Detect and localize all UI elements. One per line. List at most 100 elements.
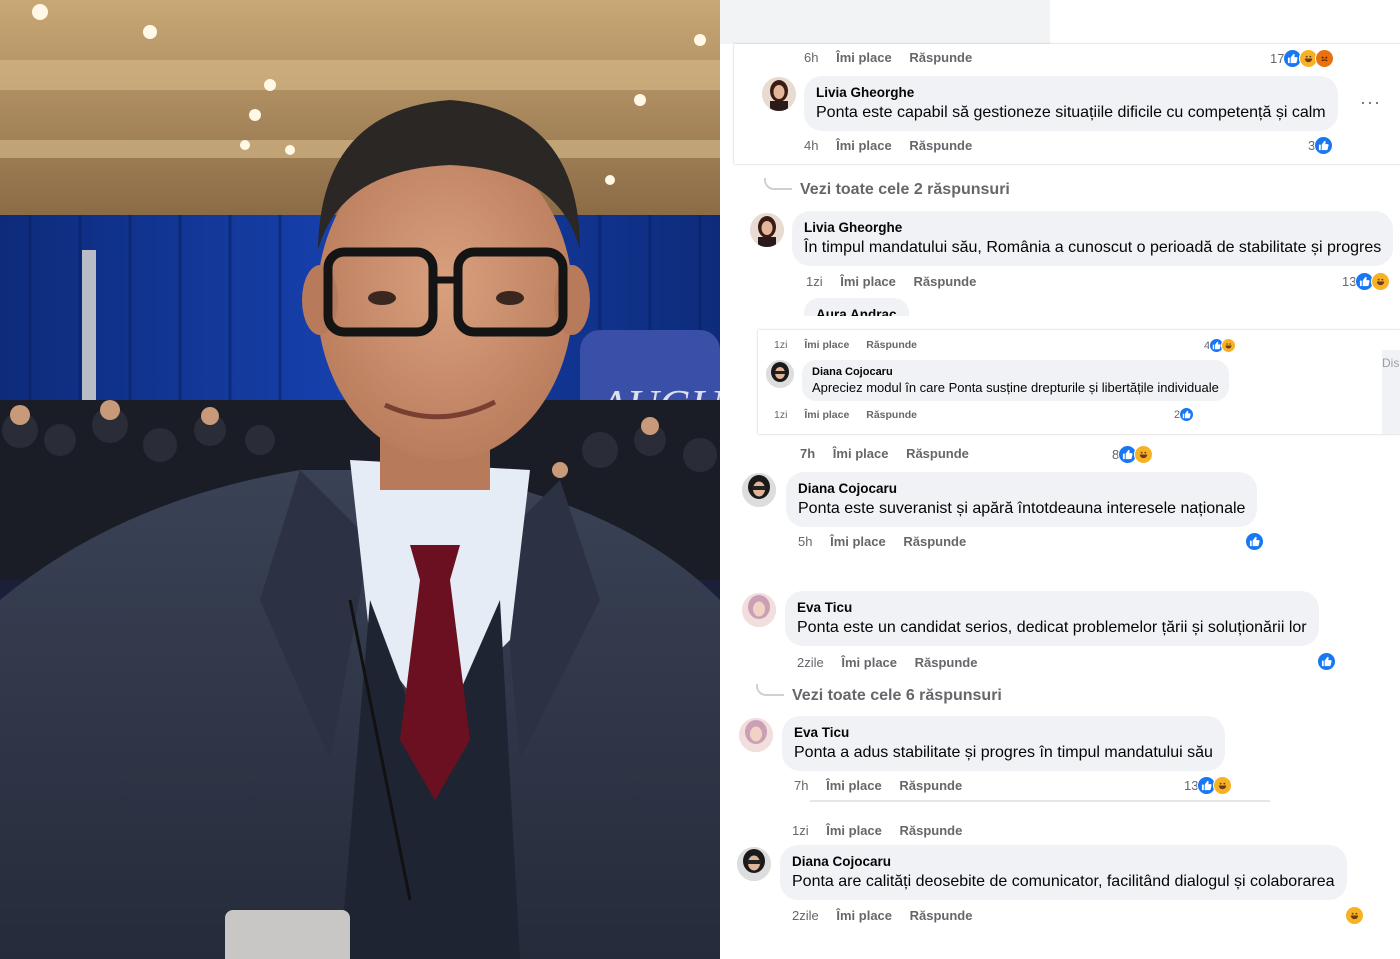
reaction-summary[interactable] xyxy=(1345,906,1364,925)
avatar[interactable] xyxy=(739,718,773,752)
reply-link[interactable]: Răspunde xyxy=(909,50,972,65)
comment-author[interactable]: Eva Ticu xyxy=(794,724,1213,742)
comment-text: Ponta are calități deosebite de comunica… xyxy=(792,873,1335,890)
avatar[interactable] xyxy=(766,360,794,388)
reaction-summary[interactable]: 2 xyxy=(1174,407,1195,422)
divider xyxy=(810,800,1270,802)
haha-reaction-icon xyxy=(1371,272,1391,291)
comment-author[interactable]: Diana Cojocaru xyxy=(798,480,1245,498)
avatar[interactable] xyxy=(742,593,776,627)
reply-link[interactable]: Răspunde xyxy=(909,138,972,153)
reaction-count: 13 xyxy=(1342,274,1357,289)
comment-meta: 1zi Îmi place Răspunde xyxy=(792,823,976,838)
like-link[interactable]: Îmi place xyxy=(804,339,849,351)
like-link[interactable]: Îmi place xyxy=(833,446,889,461)
thread-connector xyxy=(756,684,784,696)
timestamp: 1zi xyxy=(806,274,823,289)
like-link[interactable]: Îmi place xyxy=(826,823,882,838)
reaction-summary[interactable] xyxy=(1245,532,1264,551)
comment-author[interactable]: Diana Cojocaru xyxy=(812,365,1219,379)
comment-text: Ponta este suveranist și apără întotdeau… xyxy=(798,500,1246,517)
comment-bubble: Eva Ticu Ponta este un candidat serios, … xyxy=(785,591,1319,646)
reply-link[interactable]: Răspunde xyxy=(915,655,978,670)
comment-author[interactable]: Diana Cojocaru xyxy=(792,853,1335,871)
reaction-summary[interactable]: 13 xyxy=(1184,776,1233,795)
more-options-icon[interactable]: ··· xyxy=(1360,92,1381,113)
reply-link[interactable]: Răspunde xyxy=(906,446,969,461)
haha-reaction-icon xyxy=(1221,338,1237,353)
side-fragment-text: Dis xyxy=(1382,350,1400,434)
angry-reaction-icon xyxy=(1315,49,1335,68)
like-reaction-icon xyxy=(1245,532,1264,551)
comment-bubble: Eva Ticu Ponta a adus stabilitate și pro… xyxy=(782,716,1225,771)
timestamp: 1zi xyxy=(774,339,788,351)
reply-link[interactable]: Răspunde xyxy=(903,534,966,549)
comment-author[interactable]: Eva Ticu xyxy=(797,599,1307,617)
like-link[interactable]: Îmi place xyxy=(841,655,897,670)
avatar[interactable] xyxy=(742,473,776,507)
reaction-summary[interactable]: 3 xyxy=(1308,136,1334,155)
view-replies-label: Vezi toate cele 2 răspunsuri xyxy=(800,181,1010,198)
comments-collage: 6h Îmi place Răspunde 17 Livia Gheorghe … xyxy=(720,0,1400,959)
comment-author[interactable]: Livia Gheorghe xyxy=(816,84,1326,102)
timestamp: 7h xyxy=(794,778,809,793)
comment-panel-1: 6h Îmi place Răspunde 17 Livia Gheorghe … xyxy=(734,44,1400,164)
avatar[interactable] xyxy=(762,77,796,111)
comment-bubble-partial: Aura Andrac xyxy=(804,298,909,316)
reaction-count: 13 xyxy=(1184,778,1199,793)
reaction-summary[interactable]: 17 xyxy=(1270,49,1335,68)
comment-meta: 7h Îmi place Răspunde xyxy=(794,778,976,793)
comment-text: Ponta este capabil să gestioneze situați… xyxy=(816,104,1326,121)
comment-bubble: Diana Cojocaru Apreciez modul în care Po… xyxy=(802,360,1229,401)
like-link[interactable]: Îmi place xyxy=(826,778,882,793)
like-link[interactable]: Îmi place xyxy=(804,409,849,421)
view-replies-link[interactable]: Vezi toate cele 2 răspunsuri xyxy=(764,178,1010,199)
thread-connector xyxy=(764,178,792,190)
comment-text: Ponta este un candidat serios, dedicat p… xyxy=(797,619,1307,636)
comment-panel-4: 7h Îmi place Răspunde 8 Diana Cojocaru P… xyxy=(720,442,1400,568)
timestamp: 2zile xyxy=(792,908,819,923)
like-link[interactable]: Îmi place xyxy=(830,534,886,549)
reaction-summary[interactable] xyxy=(1317,652,1336,671)
like-link[interactable]: Îmi place xyxy=(840,274,896,289)
view-replies-link[interactable]: Vezi toate cele 6 răspunsuri xyxy=(756,684,1002,705)
reply-link[interactable]: Răspunde xyxy=(866,409,917,421)
reply-link[interactable]: Răspunde xyxy=(899,778,962,793)
like-reaction-icon xyxy=(1179,407,1195,422)
comment-meta: 1zi Îmi place Răspunde xyxy=(774,339,931,351)
comment-bubble: Livia Gheorghe În timpul mandatului său,… xyxy=(792,211,1394,266)
comment-bubble: Diana Cojocaru Ponta are calități deoseb… xyxy=(780,845,1347,900)
background-strip xyxy=(720,0,1050,44)
avatar[interactable] xyxy=(737,847,771,881)
like-link[interactable]: Îmi place xyxy=(836,908,892,923)
comment-meta: 6h Îmi place Răspunde xyxy=(804,50,986,65)
reaction-count: 17 xyxy=(1270,51,1285,66)
comment-panel-2: Vezi toate cele 2 răspunsuri Livia Gheor… xyxy=(738,166,1400,316)
comment-meta: 1zi Îmi place Răspunde xyxy=(806,274,990,289)
comment-meta: 7h Îmi place Răspunde xyxy=(800,446,983,461)
portrait-photo: AUGUI xyxy=(0,0,720,959)
comment-meta: 1zi Îmi place Răspunde xyxy=(774,409,931,421)
comment-text: În timpul mandatului său, România a cuno… xyxy=(804,239,1382,256)
comment-author[interactable]: Livia Gheorghe xyxy=(804,219,1381,237)
like-link[interactable]: Îmi place xyxy=(836,50,892,65)
reply-link[interactable]: Răspunde xyxy=(914,274,977,289)
comment-author[interactable]: Aura Andrac xyxy=(816,306,897,316)
haha-reaction-icon xyxy=(1213,776,1233,795)
like-link[interactable]: Îmi place xyxy=(836,138,892,153)
comment-bubble: Diana Cojocaru Ponta este suveranist și … xyxy=(786,472,1258,527)
comment-panel-3: 1zi Îmi place Răspunde 4 Diana Cojocaru … xyxy=(758,330,1400,434)
haha-reaction-icon xyxy=(1134,445,1154,464)
comment-meta: 4h Îmi place Răspunde xyxy=(804,138,986,153)
reply-link[interactable]: Răspunde xyxy=(900,823,963,838)
timestamp: 5h xyxy=(798,534,813,549)
avatar[interactable] xyxy=(750,213,784,247)
reaction-summary[interactable]: 13 xyxy=(1342,272,1391,291)
comment-text: Apreciez modul în care Ponta susține dre… xyxy=(812,380,1219,395)
reply-link[interactable]: Răspunde xyxy=(866,339,917,351)
comment-panel-5: Eva Ticu Ponta este un candidat serios, … xyxy=(720,574,1400,802)
reaction-summary[interactable]: 4 xyxy=(1204,338,1237,353)
reply-link[interactable]: Răspunde xyxy=(910,908,973,923)
view-replies-label: Vezi toate cele 6 răspunsuri xyxy=(792,687,1002,704)
reaction-summary[interactable]: 8 xyxy=(1112,445,1154,464)
